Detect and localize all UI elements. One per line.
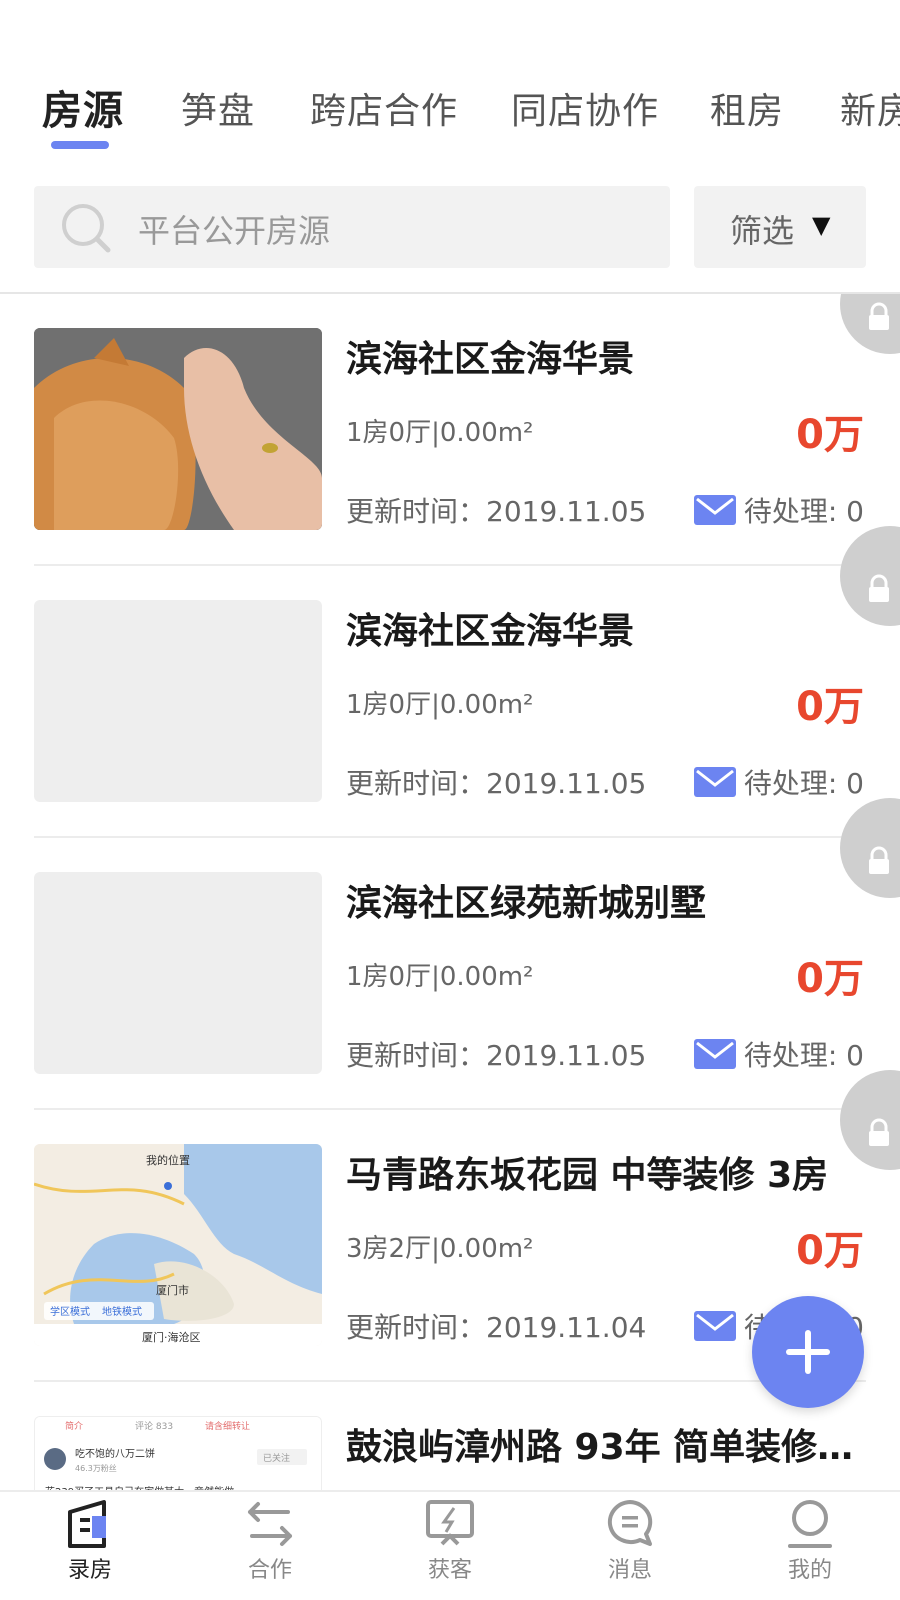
nav-label: 合作 [247,1558,292,1583]
nav-profile[interactable]: 我的 [750,1498,870,1598]
lock-icon [869,1118,889,1146]
exchange-arrows-icon [248,1502,292,1546]
post-tab-intro: 简介 [65,1420,83,1432]
lock-icon [869,574,889,602]
map-mode-metro: 地铁模式 [102,1305,142,1318]
listing-pending[interactable]: 待处理: 0 [693,490,864,530]
listing-price: 0万 [796,412,864,458]
post-tab-comments: 评论 833 [135,1420,173,1432]
listing-thumbnail-map: 我的位置 厦门市 学区模式 地铁模式 厦门·海沧区 [34,1144,322,1346]
listing-updated: 更新时间：2019.11.05 [346,1039,647,1072]
mail-icon [693,1311,736,1341]
tab-same-store[interactable]: 同店协作 [511,82,659,134]
bottom-nav: 录房 合作 获客 消息 我的 [0,1490,900,1600]
lock-icon [869,846,889,874]
tab-cross-store[interactable]: 跨店合作 [310,82,458,134]
listing-item[interactable]: 简介 评论 833 请含细转让 吃不饱的八万二饼 46.3万粉丝 已关注 花23… [0,1382,900,1494]
tab-rental[interactable]: 租房 [710,82,784,134]
listing-title: 滨海社区金海华景 [346,339,635,380]
listing-title: 马青路东坂花园 中等装修 3房 [346,1155,829,1196]
pending-count: 待处理: 0 [743,767,864,800]
nav-label: 录房 [67,1558,112,1583]
map-label-district: 厦门·海沧区 [142,1330,201,1344]
listing-price: 0万 [796,684,864,730]
listing-updated: 更新时间：2019.11.04 [346,1311,647,1344]
search-icon [62,204,111,253]
post-followed: 已关注 [263,1452,290,1464]
map-label-city: 厦门市 [156,1283,189,1297]
profile-icon [788,1500,832,1548]
nav-messages[interactable]: 消息 [570,1498,690,1598]
tab-bargain[interactable]: 笋盘 [181,82,255,134]
filter-label: 筛选 [730,212,795,250]
listing-price: 0万 [796,956,864,1002]
post-user: 吃不饱的八万二饼 [75,1447,155,1460]
listing-specs: 1房0厅|0.00m² [346,962,534,992]
post-followers: 46.3万粉丝 [75,1463,117,1473]
caret-down-icon: ▼ [812,211,831,239]
message-bubble-icon [607,1500,653,1546]
lock-icon [869,302,889,330]
listing-thumbnail [34,328,322,530]
active-tab-indicator [51,141,109,149]
listing-updated: 更新时间：2019.11.05 [346,767,647,800]
listing-updated: 更新时间：2019.11.05 [346,495,647,528]
listing-title: 滨海社区绿苑新城别墅 [346,883,707,924]
listing-price: 0万 [796,1228,864,1274]
nav-cooperate[interactable]: 合作 [210,1498,330,1598]
listing-item[interactable]: 滨海社区金海华景 1房0厅|0.00m² 0万 更新时间：2019.11.05 … [0,526,900,838]
tab-listings[interactable]: 房源 [42,78,124,136]
listing-thumbnail-placeholder [34,872,322,1074]
nav-record-house[interactable]: 录房 [30,1498,150,1598]
listing-item[interactable]: 滨海社区金海华景 1房0厅|0.00m² 0万 更新时间：2019.11.05 … [0,294,900,566]
tab-new-house[interactable]: 新房 [840,82,900,134]
search-placeholder: 平台公开房源 [138,212,331,250]
map-screenshot: 我的位置 厦门市 学区模式 地铁模式 厦门·海沧区 [34,1144,322,1346]
cat-photo [34,328,322,530]
listing-specs: 1房0厅|0.00m² [346,418,534,448]
nav-get-customer[interactable]: 获客 [390,1498,510,1598]
map-label-my-location: 我的位置 [146,1153,190,1167]
listing-specs: 3房2厅|0.00m² [346,1234,534,1264]
nav-label: 获客 [427,1558,472,1583]
listing-item[interactable]: 滨海社区绿苑新城别墅 1房0厅|0.00m² 0万 更新时间：2019.11.0… [0,798,900,1110]
listing-pending[interactable]: 待处理: 0 [693,762,864,802]
listing-pending[interactable]: 待处理: 0 [693,1034,864,1074]
mail-icon [693,767,736,797]
map-mode-school: 学区模式 [50,1305,90,1318]
search-bar[interactable]: 平台公开房源 [34,186,670,268]
add-listing-button[interactable] [752,1296,864,1408]
social-post-screenshot: 简介 评论 833 请含细转让 吃不饱的八万二饼 46.3万粉丝 已关注 花23… [35,1417,321,1494]
plus-icon [786,1330,830,1374]
listing-thumbnail-placeholder [34,600,322,802]
listing-specs: 1房0厅|0.00m² [346,690,534,720]
record-house-icon [68,1500,106,1548]
nav-label: 消息 [607,1558,652,1583]
pending-count: 待处理: 0 [743,495,864,528]
listing-thumbnail-post: 简介 评论 833 请含细转让 吃不饱的八万二饼 46.3万粉丝 已关注 花23… [34,1416,322,1494]
filter-button[interactable]: 筛选 ▼ [694,186,866,268]
listing-title: 滨海社区金海华景 [346,611,635,652]
pending-count: 待处理: 0 [743,1039,864,1072]
get-customer-icon [426,1500,474,1546]
post-tab-transfer: 请含细转让 [205,1420,250,1432]
mail-icon [693,1039,736,1069]
mail-icon [693,495,736,525]
listing-title: 鼓浪屿漳州路 93年 简单装修... [346,1427,856,1468]
nav-label: 我的 [787,1558,832,1583]
top-tab-bar: 房源 笋盘 跨店合作 同店协作 租房 新房 [0,64,900,154]
